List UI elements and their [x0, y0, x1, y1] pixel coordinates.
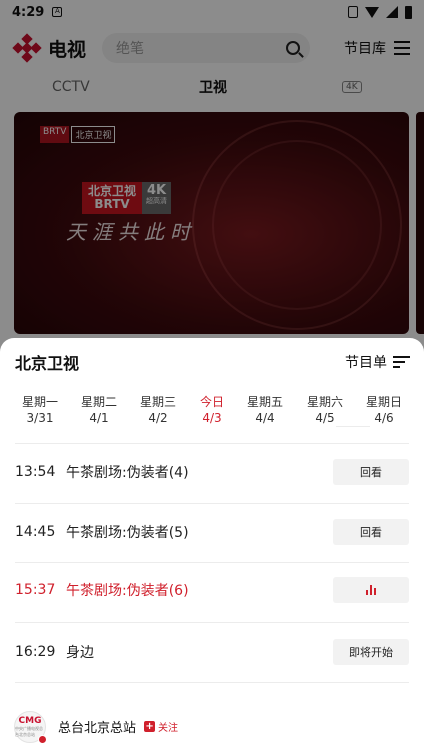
program-row-live[interactable]: 15:37 午茶剧场:伪装者(6) [15, 560, 409, 620]
day-tab-1[interactable]: 星期二 4/1 [69, 394, 129, 426]
day-tab-5[interactable]: 星期六 4/5 [295, 394, 355, 426]
day-date: 4/3 [202, 411, 222, 425]
day-tab-6[interactable]: 星期日 4/6 [354, 394, 414, 426]
program-row[interactable]: 16:29 身边 即将开始 [15, 622, 409, 682]
verified-icon [38, 734, 47, 744]
day-selector: 星期一 3/31 星期二 4/1 星期三 4/2 今日 4/3 星期五 4/4 … [0, 394, 424, 430]
day-weekday: 星期五 [246, 395, 283, 409]
equalizer-icon [366, 585, 376, 595]
day-weekday: 星期日 [365, 395, 402, 409]
plus-icon: + [144, 721, 156, 732]
schedule-list-icon [393, 355, 410, 369]
program-title: 午茶剧场:伪装者(5) [66, 525, 189, 541]
upcoming-button[interactable]: 即将开始 [333, 639, 409, 665]
day-date: 4/2 [148, 411, 168, 425]
divider [15, 682, 409, 683]
day-tab-0[interactable]: 星期一 3/31 [10, 394, 70, 426]
replay-button[interactable]: 回看 [333, 519, 409, 545]
program-title: 午茶剧场:伪装者(6) [66, 583, 189, 599]
day-date: 4/6 [374, 411, 394, 425]
day-tab-2[interactable]: 星期三 4/2 [128, 394, 188, 426]
follow-label: 关注 [158, 723, 179, 734]
day-tab-today[interactable]: 今日 4/3 [182, 394, 242, 426]
program-time: 13:54 [15, 464, 56, 480]
day-date: 4/5 [315, 411, 335, 425]
day-weekday: 星期一 [21, 395, 58, 409]
replay-button[interactable]: 回看 [333, 459, 409, 485]
day-weekday: 星期三 [139, 395, 176, 409]
channel-title: 北京卫视 [15, 354, 80, 373]
day-date: 4/1 [89, 411, 109, 425]
day-weekday: 星期六 [306, 395, 343, 409]
sheet-header: 北京卫视 节目单 [0, 350, 424, 374]
day-weekday: 星期二 [80, 395, 117, 409]
schedule-label: 节目单 [345, 355, 387, 371]
avatar[interactable]: CMG 中央广播电视总台北京总站 [14, 710, 47, 744]
program-title: 午茶剧场:伪装者(4) [66, 465, 189, 481]
day-date: 4/4 [255, 411, 275, 425]
follow-button[interactable]: + 关注 [144, 719, 178, 734]
program-time: 15:37 [15, 582, 56, 598]
program-title: 身边 [66, 645, 94, 661]
now-playing-button[interactable] [333, 577, 409, 603]
station-footer: CMG 中央广播电视总台北京总站 总台北京总站 + 关注 [0, 700, 424, 753]
day-tab-4[interactable]: 星期五 4/4 [235, 394, 295, 426]
program-row[interactable]: 14:45 午茶剧场:伪装者(5) 回看 [15, 502, 409, 562]
avatar-text: CMG [18, 715, 42, 726]
schedule-sheet: 北京卫视 节目单 星期一 3/31 星期二 4/1 星期三 4/2 今日 4/3… [0, 338, 424, 753]
day-weekday: 今日 [199, 395, 224, 409]
program-time: 16:29 [15, 644, 56, 660]
program-row[interactable]: 13:54 午茶剧场:伪装者(4) 回看 [15, 442, 409, 502]
day-scroll-divider [336, 426, 370, 427]
day-date: 3/31 [26, 411, 54, 425]
schedule-button[interactable]: 节目单 [345, 352, 410, 372]
program-time: 14:45 [15, 524, 56, 540]
station-name[interactable]: 总台北京总站 [58, 717, 136, 736]
